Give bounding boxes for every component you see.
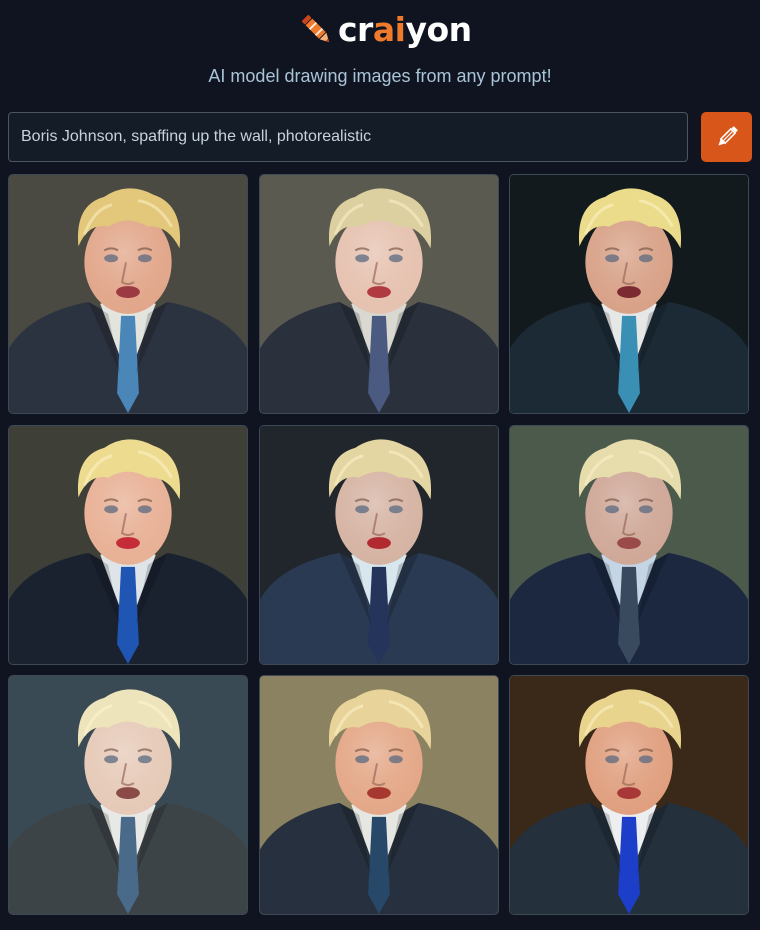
generated-portrait — [510, 676, 748, 914]
result-image[interactable] — [258, 675, 499, 915]
result-image[interactable] — [258, 424, 499, 665]
generated-portrait — [9, 676, 247, 914]
logo-accent: ai — [372, 10, 406, 49]
result-image[interactable] — [258, 174, 499, 414]
generated-portrait — [9, 425, 247, 664]
result-image[interactable] — [509, 675, 749, 915]
header: craiyon AI model drawing images from any… — [0, 0, 760, 100]
logo-prefix: cr — [338, 10, 373, 49]
generated-portrait — [510, 425, 748, 664]
logo-wordmark: craiyon — [338, 10, 472, 50]
tagline: AI model drawing images from any prompt! — [208, 66, 552, 86]
generated-portrait — [259, 425, 498, 664]
prompt-input[interactable] — [8, 112, 688, 162]
generated-portrait — [9, 175, 247, 413]
result-image[interactable] — [8, 174, 248, 414]
result-image[interactable] — [8, 424, 248, 665]
generated-portrait — [510, 175, 748, 413]
draw-button[interactable] — [701, 112, 752, 162]
result-image[interactable] — [8, 675, 248, 915]
craiyon-logo[interactable]: craiyon — [298, 10, 472, 50]
crayon-logo-icon — [301, 14, 330, 43]
logo-suffix: yon — [405, 10, 472, 49]
result-image[interactable] — [509, 424, 749, 665]
pencil-icon — [718, 126, 738, 146]
generated-portrait — [259, 175, 498, 413]
result-grid — [8, 174, 752, 918]
prompt-bar — [8, 112, 752, 162]
generated-portrait — [259, 676, 498, 914]
result-image[interactable] — [509, 174, 749, 414]
